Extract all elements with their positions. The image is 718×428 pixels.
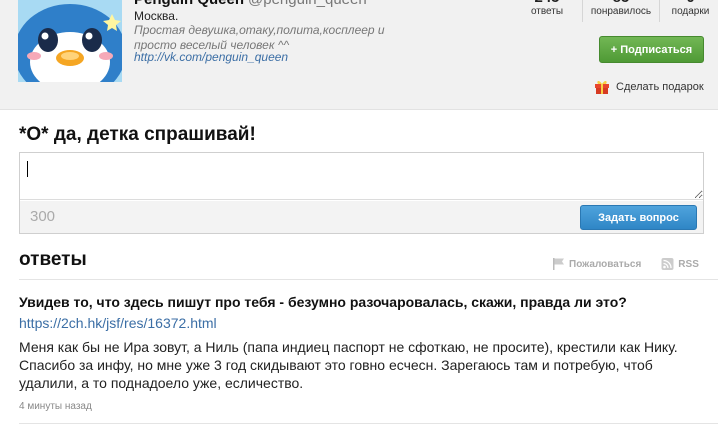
ask-question-button[interactable]: Задать вопрос xyxy=(580,205,697,230)
profile-name[interactable]: Penguin Queen xyxy=(134,0,244,8)
answers-heading: ответы xyxy=(19,249,87,270)
answers-tools: Пожаловаться RSS xyxy=(552,258,699,270)
rss-label: RSS xyxy=(678,258,699,270)
gift-label: Сделать подарок xyxy=(616,80,704,93)
stat-gifts-value: 0 xyxy=(660,0,718,2)
profile-header: Penguin Queen @penguin_queen Москва. Прос… xyxy=(0,0,718,110)
stat-likes-value: 85 xyxy=(583,0,659,2)
profile-link[interactable]: http://vk.com/penguin_queen xyxy=(134,50,288,64)
subscribe-button[interactable]: + Подписаться xyxy=(599,36,704,63)
profile-bio: Простая девушка,отаку,полита,косплеер и … xyxy=(134,23,385,52)
report-link[interactable]: Пожаловаться xyxy=(552,258,641,270)
stat-gifts-label: подарки xyxy=(671,6,710,17)
profile-username: @penguin_queen xyxy=(248,0,367,8)
character-counter: 300 xyxy=(30,208,56,225)
avatar[interactable] xyxy=(18,0,122,82)
rss-icon xyxy=(661,258,674,270)
rss-link[interactable]: RSS xyxy=(661,258,699,270)
stat-likes-label: понравилось xyxy=(590,6,652,17)
ask-form: 300 Задать вопрос xyxy=(19,152,704,234)
answer-timestamp[interactable]: 4 минуты назад xyxy=(19,401,92,412)
flag-icon xyxy=(553,258,564,270)
answer-question-link[interactable]: https://2ch.hk/jsf/res/16372.html xyxy=(19,315,217,331)
profile-name-line: Penguin Queen @penguin_queen xyxy=(134,0,367,8)
gift-icon xyxy=(595,80,609,94)
stat-likes[interactable]: 85 понравилось xyxy=(582,0,659,22)
report-label: Пожаловаться xyxy=(569,258,642,270)
stat-answers-value: 245 xyxy=(512,0,582,2)
ask-title: *О* да, детка спрашивай! xyxy=(19,124,256,145)
answer-question[interactable]: Увидев то, что здесь пишут про тебя - бе… xyxy=(19,294,627,310)
profile-city: Москва. xyxy=(134,9,179,23)
stat-answers[interactable]: 245 ответы xyxy=(512,0,582,22)
question-input[interactable] xyxy=(20,153,703,200)
answer-text: Меня как бы не Ира зовут, а Ниль (папа и… xyxy=(19,339,678,391)
profile-stats: 245 ответы 85 понравилось 0 подарки xyxy=(512,0,718,22)
text-caret xyxy=(27,161,28,177)
stat-gifts[interactable]: 0 подарки xyxy=(659,0,718,22)
gift-link[interactable]: Сделать подарок xyxy=(594,79,704,94)
answer-divider xyxy=(19,423,718,424)
penguin-avatar-image xyxy=(18,0,122,82)
ask-form-footer: 300 Задать вопрос xyxy=(20,201,703,233)
stat-answers-label: ответы xyxy=(530,6,564,17)
answers-divider xyxy=(19,279,718,280)
